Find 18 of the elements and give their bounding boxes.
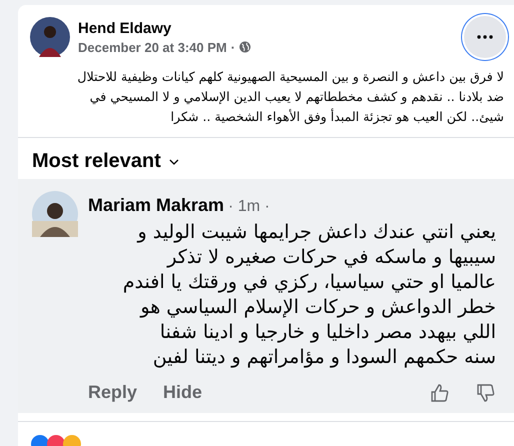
separator: ·: [230, 40, 236, 54]
globe-icon: [239, 41, 252, 53]
more-icon: [477, 35, 493, 39]
comment-time: · 1m ·: [228, 198, 270, 216]
thumbs-down-icon[interactable]: [476, 382, 496, 402]
commenter-name[interactable]: Mariam Makram: [88, 195, 224, 216]
thumbs-up-icon[interactable]: [430, 382, 450, 402]
more-options-button[interactable]: [464, 16, 506, 58]
avatar-icon[interactable]: [30, 17, 70, 57]
chevron-down-icon[interactable]: [168, 158, 179, 164]
sort-dropdown[interactable]: Most relevant: [32, 150, 161, 173]
hide-link[interactable]: Hide: [163, 382, 202, 403]
post-time[interactable]: December 20 at 3:40 PM: [78, 40, 227, 54]
author-name[interactable]: Hend Eldawy: [78, 20, 464, 36]
avatar-icon[interactable]: [32, 191, 78, 237]
comment-text: يعني انتي عندك داعش جرايمها شيبت الوليد و سيبيها و ماسكه في حركات صغيره لا تذكر عالميا او حتي سياسيا، ركزي في ورقتك يا افندم خطر الدواعش و حركات الإسلام السياسي هو اللي بيهدد مصر داخليا و خارجيا و ادينا شفنا سنه حكمهم السودا و مؤامراتهم و ديتنا لفين: [122, 220, 496, 370]
post-text: لا فرق بين داعش و النصرة و بين المسيحية الصهيونية كلهم كيانات وظيفية للاحتلال ضد بلادنا .. نقدهم و كشف مخططاتهم لا يعيب الدين الإسلامي و لا المسيحي في شيئ.. لكن العيب هو تجزئة المبدأ وفق الأهواء الشخصية .. شكرا: [76, 68, 504, 126]
reply-link[interactable]: Reply: [88, 382, 138, 403]
